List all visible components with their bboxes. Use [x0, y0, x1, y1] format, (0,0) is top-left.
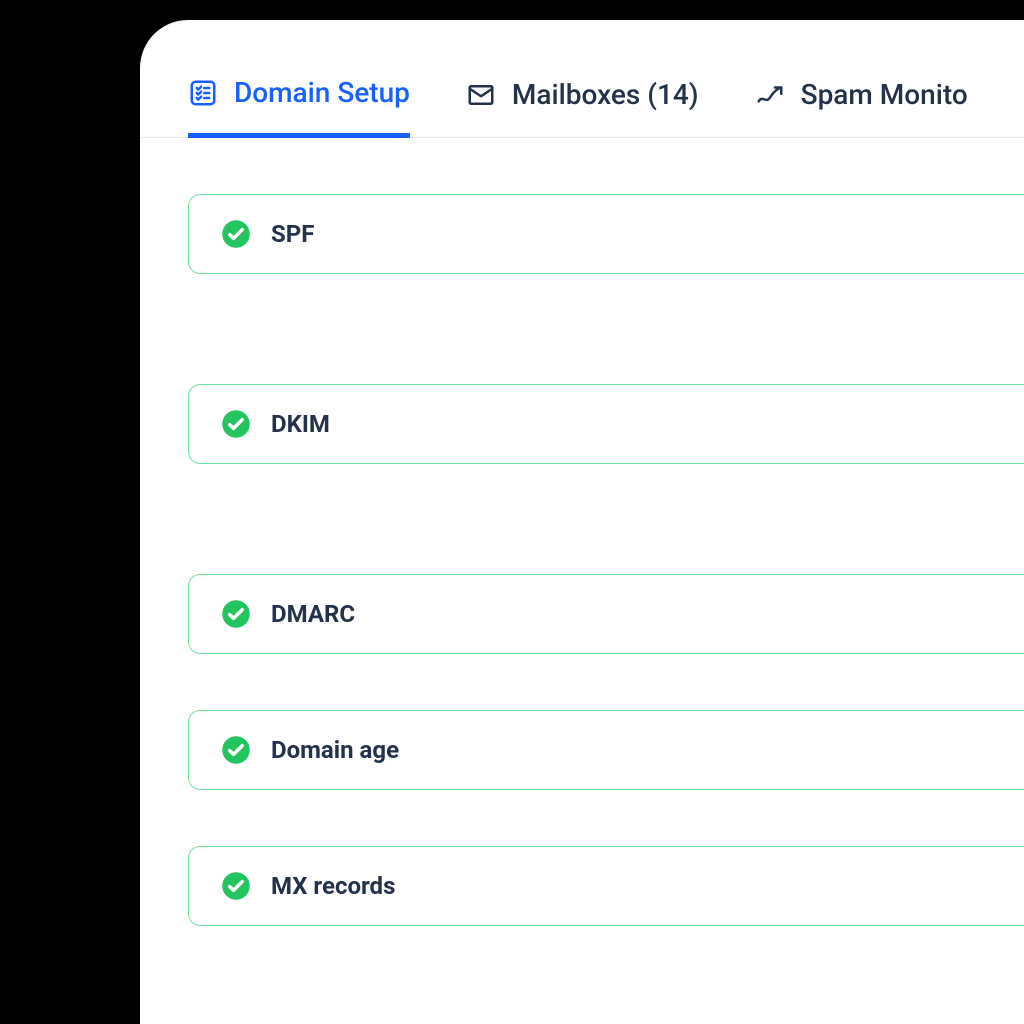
- check-row-label: Domain age: [271, 736, 399, 764]
- tab-label: Spam Monito: [801, 78, 968, 111]
- check-circle-icon: [221, 219, 251, 249]
- check-circle-icon: [221, 871, 251, 901]
- check-row-spf[interactable]: SPF: [188, 194, 1024, 274]
- settings-panel: Domain Setup Mailboxes (14) Spam Monito: [140, 20, 1024, 1024]
- check-row-mx-records[interactable]: MX records: [188, 846, 1024, 926]
- check-row-label: DKIM: [271, 410, 330, 438]
- check-row-label: DMARC: [271, 600, 355, 628]
- domain-checks-list: SPF DKIM DMARC: [140, 138, 1024, 926]
- tab-mailboxes[interactable]: Mailboxes (14): [466, 78, 699, 135]
- trend-up-icon: [755, 80, 785, 110]
- check-row-label: MX records: [271, 872, 395, 900]
- tabs-bar: Domain Setup Mailboxes (14) Spam Monito: [140, 20, 1024, 138]
- tab-label: Domain Setup: [234, 76, 410, 109]
- check-circle-icon: [221, 599, 251, 629]
- check-circle-icon: [221, 409, 251, 439]
- tab-domain-setup[interactable]: Domain Setup: [188, 76, 410, 138]
- mail-icon: [466, 80, 496, 110]
- tab-label: Mailboxes (14): [512, 78, 699, 111]
- check-row-dkim[interactable]: DKIM: [188, 384, 1024, 464]
- checklist-icon: [188, 78, 218, 108]
- check-row-dmarc[interactable]: DMARC: [188, 574, 1024, 654]
- check-row-label: SPF: [271, 220, 314, 248]
- check-circle-icon: [221, 735, 251, 765]
- check-row-domain-age[interactable]: Domain age: [188, 710, 1024, 790]
- tab-spam-monitor[interactable]: Spam Monito: [755, 78, 968, 135]
